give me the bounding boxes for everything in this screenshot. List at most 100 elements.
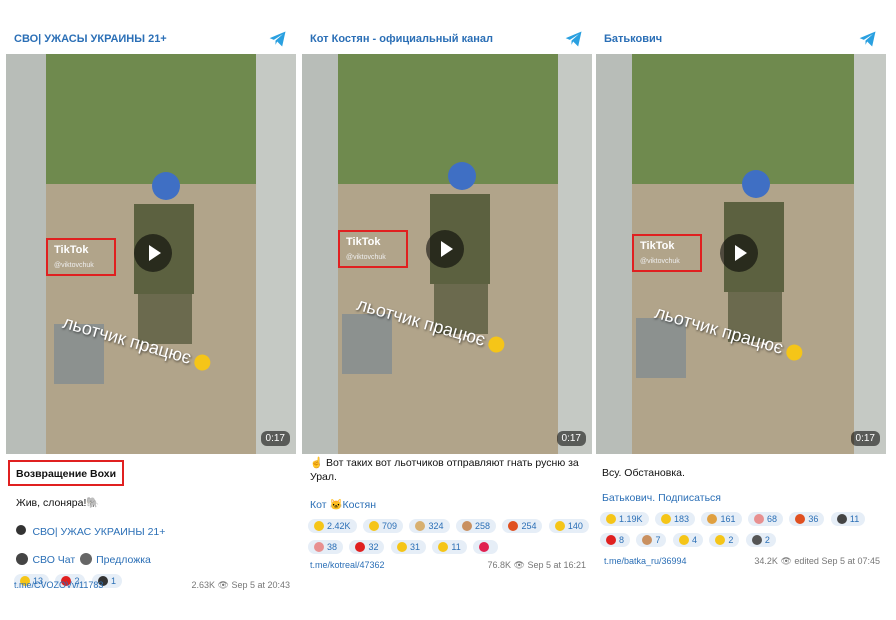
video-player[interactable]: TikTok @viktovchuk льотчик працює 0:17 <box>302 54 592 454</box>
post-body: Возвращение Вохи Жив, слоняра!🐘 СВО| УЖА… <box>6 456 296 591</box>
reaction-chip[interactable]: 2 <box>709 533 740 547</box>
emoji-icon <box>368 521 379 531</box>
reactions-row: 38 32 31 11 <box>308 538 592 557</box>
post-date: Sep 5 at 07:45 <box>821 556 880 566</box>
reaction-chip[interactable]: 68 <box>747 512 783 526</box>
emoji-icon <box>415 521 426 531</box>
reactions-row: 8 7 4 2 2 <box>600 531 886 550</box>
video-player[interactable]: TikTok @viktovchuk льотчик працює 0:17 <box>6 54 296 454</box>
reaction-chip[interactable]: 8 <box>600 533 631 547</box>
reaction-chip[interactable]: 140 <box>548 519 589 533</box>
emoji-icon <box>795 514 806 524</box>
emoji-icon <box>642 535 653 545</box>
emoji-icon <box>836 514 847 524</box>
telegram-icon <box>269 31 286 47</box>
play-button[interactable] <box>720 234 758 272</box>
post-header: Батькович <box>596 24 886 54</box>
eye-icon: 👁 <box>217 580 229 590</box>
reaction-chip[interactable]: 31 <box>390 540 426 554</box>
tiktok-logo: TikTok <box>640 240 675 252</box>
thumbs-down-icon <box>396 542 407 552</box>
emoji-icon <box>508 521 519 531</box>
reaction-chip[interactable]: 1.19K <box>600 512 649 526</box>
chat-avatar-icon <box>16 552 28 565</box>
reaction-chip[interactable]: 38 <box>308 540 344 554</box>
emoji-icon <box>678 535 689 545</box>
post-text: Всу. Обстановка. <box>602 467 685 479</box>
reaction-chip[interactable] <box>473 540 499 554</box>
play-button[interactable] <box>426 230 464 268</box>
edited-label: edited <box>794 556 819 566</box>
emoji-icon <box>660 514 671 524</box>
post-link[interactable]: t.me/CVOZOVv/11783 <box>14 580 103 590</box>
post-header: Кот Костян - официальный канал <box>302 24 592 54</box>
tiktok-logo: TikTok <box>346 236 381 248</box>
post-text: ☝ Вот таких вот льотчиков отправляют гна… <box>310 457 579 483</box>
view-count: 2.63K <box>191 580 215 590</box>
post-footer: t.me/kotreal/47362 76.8K 👁 Sep 5 at 16:2… <box>310 560 586 570</box>
thumbs-up-icon <box>715 535 726 545</box>
view-count: 34.2K <box>754 556 778 566</box>
post-date: Sep 5 at 16:21 <box>527 560 586 570</box>
post-date: Sep 5 at 20:43 <box>231 580 290 590</box>
telegram-icon <box>859 31 876 47</box>
emoji-icon <box>314 521 324 531</box>
channel-name[interactable]: Батькович <box>604 33 662 45</box>
reaction-chip[interactable]: 36 <box>789 512 825 526</box>
reaction-chip[interactable]: 2.42K <box>308 519 357 533</box>
reaction-chip[interactable]: 32 <box>349 540 385 554</box>
play-button[interactable] <box>134 234 172 272</box>
channel-link-line[interactable]: СВО| УЖАС УКРАИНЫ 21+ <box>16 522 296 540</box>
post-header: СВО| УЖАСЫ УКРАИНЫ 21+ <box>6 24 296 54</box>
reaction-chip[interactable]: 11 <box>432 540 467 554</box>
post-footer: t.me/CVOZOVv/11783 2.63K 👁 Sep 5 at 20:4… <box>14 580 290 590</box>
video-duration: 0:17 <box>850 431 880 446</box>
post-signature[interactable]: Кот 🐱Костян <box>310 498 592 511</box>
reaction-chip[interactable]: 4 <box>672 533 703 547</box>
reaction-chip[interactable]: 7 <box>636 533 667 547</box>
reaction-chip[interactable]: 161 <box>701 512 742 526</box>
emoji-icon <box>438 542 449 552</box>
lips-icon <box>479 542 490 552</box>
post-signature[interactable]: Батькович. Подписаться <box>602 492 886 504</box>
chat-link[interactable]: СВО Чат <box>32 554 75 566</box>
channel-name[interactable]: СВО| УЖАСЫ УКРАИНЫ 21+ <box>14 33 167 45</box>
channel-link[interactable]: СВО| УЖАС УКРАИНЫ 21+ <box>32 526 165 538</box>
post-card-3: Батькович TikTok @viktovchuk льотчик пра… <box>596 24 886 610</box>
post-link[interactable]: t.me/kotreal/47362 <box>310 560 385 570</box>
reaction-chip[interactable]: 2 <box>745 533 776 547</box>
reaction-chip[interactable]: 324 <box>409 519 450 533</box>
post-body: Всу. Обстановка. Батькович. Подписаться … <box>596 456 886 550</box>
emoji-icon <box>707 514 718 524</box>
post-link[interactable]: t.me/batka_ru/36994 <box>604 556 687 566</box>
post-footer: t.me/batka_ru/36994 34.2K 👁 edited Sep 5… <box>604 556 880 566</box>
suggest-link[interactable]: Предложка <box>96 554 151 566</box>
heart-icon <box>355 542 366 552</box>
emoji-icon <box>753 514 764 524</box>
reaction-chip[interactable]: 11 <box>830 512 866 526</box>
reactions-row: 2.42K 709 324 258 254 140 <box>308 517 592 536</box>
emoji-icon <box>314 542 324 552</box>
reactions-row: 1.19K 183 161 68 36 11 <box>600 510 886 529</box>
reaction-chip[interactable]: 709 <box>362 519 404 533</box>
channel-avatar-icon <box>16 525 26 535</box>
post-body: ☝ Вот таких вот льотчиков отправляют гна… <box>302 456 592 557</box>
tiktok-watermark-highlight: TikTok @viktovchuk <box>632 234 702 272</box>
post-card-1: СВО| УЖАСЫ УКРАИНЫ 21+ TikTok @viktovchu… <box>6 24 296 610</box>
emoji-icon <box>461 521 472 531</box>
reaction-chip[interactable]: 254 <box>502 519 543 533</box>
tiktok-username: @viktovchuk <box>346 254 386 261</box>
emoji-icon <box>554 521 565 531</box>
tiktok-watermark-highlight: TikTok @viktovchuk <box>338 230 408 268</box>
channel-name[interactable]: Кот Костян - официальный канал <box>310 33 493 45</box>
heart-icon <box>606 535 616 545</box>
video-duration: 0:17 <box>260 431 290 446</box>
eye-icon: 👁 <box>513 560 525 570</box>
reaction-chip[interactable]: 183 <box>654 512 696 526</box>
emoji-icon <box>606 514 616 524</box>
post-title: Возвращение Вохи <box>16 468 117 480</box>
post-title-highlight: Возвращение Вохи <box>8 460 125 486</box>
reaction-chip[interactable]: 258 <box>455 519 496 533</box>
telegram-icon <box>565 31 582 47</box>
video-player[interactable]: TikTok @viktovchuk льотчик працює 0:17 <box>596 54 886 454</box>
